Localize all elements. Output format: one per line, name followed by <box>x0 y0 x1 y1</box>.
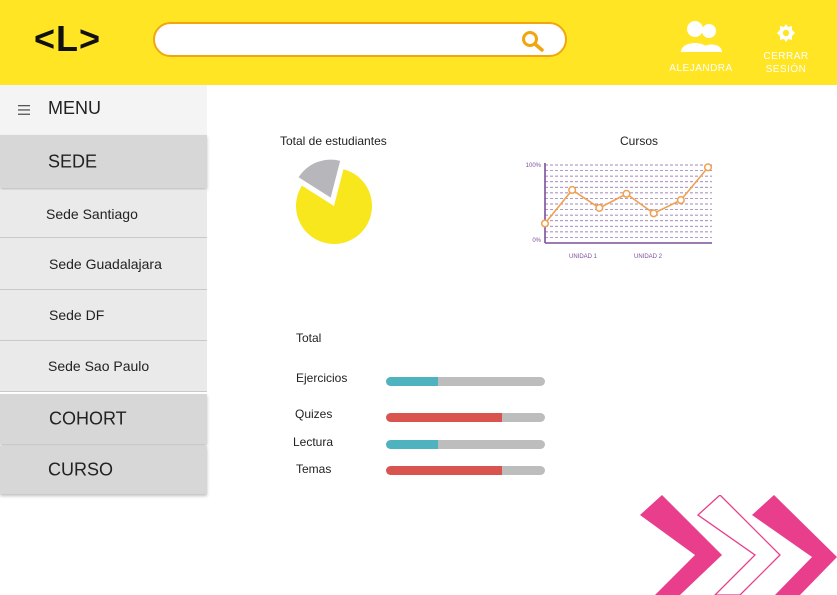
section-label: SEDE <box>48 151 98 171</box>
decorative-chevrons-icon <box>640 495 837 595</box>
search-input[interactable] <box>169 30 509 50</box>
data-point-1 <box>568 185 577 195</box>
progress-bar-lectura <box>386 440 545 449</box>
courses-chart-title: Cursos <box>620 134 659 148</box>
search-bar[interactable] <box>153 22 567 57</box>
x-tick-label-1: UNIDAD 2 <box>634 254 663 260</box>
total-label: Total <box>296 331 322 345</box>
section-label: COHORT <box>49 408 127 429</box>
y-tick-label-0: 100% <box>526 163 542 169</box>
app-logo[interactable]: <L> <box>34 18 101 60</box>
sidebar-item-label: Sede Sao Paulo <box>48 358 150 374</box>
section-label: CURSO <box>48 459 114 480</box>
logout-button[interactable]: CERRAR SESIÓN <box>754 22 818 76</box>
progress-fill <box>386 413 503 422</box>
students-chart-title: Total de estudiantes <box>280 134 387 148</box>
progress-label-temas: Temas <box>296 462 332 476</box>
sidebar-item-sede-guadalajara[interactable]: Sede Guadalajara <box>0 238 207 290</box>
sidebar-section-sede[interactable]: SEDE <box>0 135 207 188</box>
users-icon <box>681 21 722 52</box>
progress-label-quizes: Quizes <box>295 407 333 421</box>
progress-bar-quizes <box>386 413 545 422</box>
x-tick-label-0: UNIDAD 1 <box>569 254 598 260</box>
sidebar-section-curso[interactable]: CURSO <box>0 446 207 494</box>
progress-bar-ejercicios <box>386 377 545 386</box>
sidebar-item-label: Sede DF <box>49 307 105 323</box>
data-point-4 <box>649 209 658 218</box>
progress-fill <box>386 466 503 475</box>
chart-grid <box>545 164 712 244</box>
sidebar-item-sede-df[interactable]: Sede DF <box>0 290 207 341</box>
logout-icon <box>777 24 795 42</box>
sidebar-item-sede-sao-paulo[interactable]: Sede Sao Paulo <box>0 341 207 392</box>
sidebar-item-label: Sede Guadalajara <box>49 255 162 272</box>
menu-label: MENU <box>48 98 101 118</box>
progress-fill <box>386 377 439 386</box>
sidebar-item-label: Sede Santiago <box>46 205 138 222</box>
logout-label: CERRAR SESIÓN <box>763 51 809 75</box>
search-icon[interactable] <box>521 30 545 52</box>
progress-label-lectura: Lectura <box>293 435 334 449</box>
data-point-0 <box>540 219 550 228</box>
menu-header[interactable]: MENU <box>0 85 207 135</box>
progress-fill <box>386 440 439 449</box>
data-point-6 <box>703 163 713 172</box>
progress-bar-temas <box>386 466 545 475</box>
user-profile-button[interactable]: ALEJANDRA <box>664 20 738 74</box>
user-name: ALEJANDRA <box>669 63 733 74</box>
y-tick-label-1: 0% <box>532 238 541 244</box>
sidebar-item-sede-santiago[interactable]: Sede Santiago <box>0 190 207 238</box>
data-point-5 <box>676 196 685 205</box>
top-header: <L> ALEJANDRA CERRAR SESIÓN <box>0 0 837 85</box>
courses-line-chart: 100% 0% UNIDAD 1 UNIDAD 2 <box>526 163 713 260</box>
data-point-2 <box>595 203 604 212</box>
hamburger-menu-icon[interactable] <box>18 105 30 115</box>
students-pie-chart <box>296 159 372 244</box>
sidebar-section-cohort[interactable]: COHORT <box>0 394 207 444</box>
data-point-3 <box>622 189 631 198</box>
progress-label-ejercicios: Ejercicios <box>296 371 348 385</box>
